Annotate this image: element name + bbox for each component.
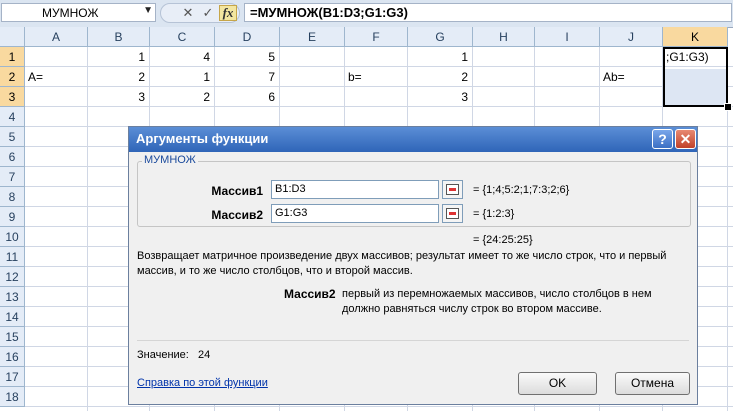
function-help-link[interactable]: Справка по этой функции bbox=[137, 377, 268, 389]
cell-c2[interactable]: 1 bbox=[150, 67, 214, 87]
cell-d3[interactable]: 6 bbox=[215, 87, 279, 107]
name-box[interactable]: МУМНОЖ ▼ bbox=[1, 3, 156, 22]
cell-b3[interactable]: 3 bbox=[88, 87, 149, 107]
formula-input[interactable]: =МУМНОЖ(B1:D3;G1:G3) bbox=[244, 3, 732, 22]
formula-buttons: ✕ ✓ fx bbox=[160, 3, 240, 23]
row-header-12[interactable]: 12 bbox=[0, 267, 25, 287]
function-arguments-dialog: Аргументы функции ? ✕ МУМНОЖ Массив1 B1:… bbox=[128, 126, 698, 405]
cell-a2[interactable]: A= bbox=[28, 67, 90, 87]
cell-d2[interactable]: 7 bbox=[215, 67, 279, 87]
divider bbox=[137, 340, 689, 341]
column-header-g[interactable]: G bbox=[408, 27, 473, 47]
arg2-result: = {1:2:3} bbox=[473, 208, 515, 220]
function-name-label: МУМНОЖ bbox=[142, 154, 198, 166]
fill-handle[interactable] bbox=[724, 103, 732, 111]
row-header-3[interactable]: 3 bbox=[0, 87, 25, 107]
value-row: Значение: 24 bbox=[137, 349, 210, 361]
value-label: Значение: bbox=[137, 349, 189, 361]
row-header-6[interactable]: 6 bbox=[0, 147, 25, 167]
column-header-i[interactable]: I bbox=[535, 27, 600, 47]
help-icon[interactable]: ? bbox=[652, 129, 673, 149]
column-header-h[interactable]: H bbox=[473, 27, 535, 47]
row-header-9[interactable]: 9 bbox=[0, 207, 25, 227]
column-header-b[interactable]: B bbox=[88, 27, 150, 47]
cancel-entry-icon[interactable]: ✕ bbox=[179, 5, 197, 21]
cell-b2[interactable]: 2 bbox=[88, 67, 149, 87]
row-header-1[interactable]: 1 bbox=[0, 47, 25, 67]
column-header-d[interactable]: D bbox=[215, 27, 280, 47]
formula-bar: МУМНОЖ ▼ ✕ ✓ fx =МУМНОЖ(B1:D3;G1:G3) bbox=[0, 0, 733, 28]
cell-b1[interactable]: 1 bbox=[88, 47, 149, 67]
enter-check-icon[interactable]: ✓ bbox=[199, 5, 217, 21]
arg1-result: = {1;4;5:2;1;7:3;2;6} bbox=[473, 184, 570, 196]
column-header-f[interactable]: F bbox=[345, 27, 408, 47]
insert-function-icon[interactable]: fx bbox=[219, 5, 237, 21]
arg2-collapse-button[interactable] bbox=[442, 204, 463, 223]
cell-g3[interactable]: 3 bbox=[408, 87, 472, 107]
row-header-2[interactable]: 2 bbox=[0, 67, 25, 87]
row-header-16[interactable]: 16 bbox=[0, 347, 25, 367]
selected-range bbox=[663, 47, 728, 107]
arg1-label: Массив1 bbox=[211, 184, 263, 198]
arg1-collapse-button[interactable] bbox=[442, 180, 463, 199]
close-icon[interactable]: ✕ bbox=[675, 129, 696, 149]
arg2-input[interactable]: G1:G3 bbox=[271, 204, 439, 223]
cell-j2[interactable]: Ab= bbox=[603, 67, 665, 87]
row-header-5[interactable]: 5 bbox=[0, 127, 25, 147]
function-result: = {24:25:25} bbox=[473, 234, 533, 246]
dialog-titlebar[interactable]: Аргументы функции ? ✕ bbox=[129, 127, 697, 152]
arg-help-text: первый из перемножаемых массивов, число … bbox=[342, 288, 652, 315]
column-header-e[interactable]: E bbox=[280, 27, 345, 47]
row-header-11[interactable]: 11 bbox=[0, 247, 25, 267]
arg2-label: Массив2 bbox=[211, 208, 263, 222]
dialog-title: Аргументы функции bbox=[136, 131, 269, 146]
arg1-input[interactable]: B1:D3 bbox=[271, 180, 439, 199]
column-header-j[interactable]: J bbox=[600, 27, 663, 47]
column-header-k[interactable]: K bbox=[663, 27, 728, 47]
row-header-18[interactable]: 18 bbox=[0, 387, 25, 407]
column-header-a[interactable]: A bbox=[25, 27, 88, 47]
cell-d1[interactable]: 5 bbox=[215, 47, 279, 67]
arg-help-name: Массив2 bbox=[284, 287, 336, 301]
value-number: 24 bbox=[198, 349, 211, 361]
chevron-down-icon[interactable]: ▼ bbox=[143, 5, 153, 16]
row-header-4[interactable]: 4 bbox=[0, 107, 25, 127]
cell-g2[interactable]: 2 bbox=[408, 67, 472, 87]
row-header-17[interactable]: 17 bbox=[0, 367, 25, 387]
row-header-10[interactable]: 10 bbox=[0, 227, 25, 247]
row-header-8[interactable]: 8 bbox=[0, 187, 25, 207]
range-select-icon bbox=[446, 184, 459, 195]
cancel-button[interactable]: Отмена bbox=[615, 372, 690, 395]
row-header-14[interactable]: 14 bbox=[0, 307, 25, 327]
function-description: Возвращает матричное произведение двух м… bbox=[137, 250, 667, 277]
range-select-icon bbox=[446, 208, 459, 219]
formula-text: =МУМНОЖ(B1:D3;G1:G3) bbox=[250, 5, 408, 20]
row-header-7[interactable]: 7 bbox=[0, 167, 25, 187]
cell-c3[interactable]: 2 bbox=[150, 87, 214, 107]
cell-g1[interactable]: 1 bbox=[408, 47, 472, 67]
gridline bbox=[25, 406, 733, 407]
ok-button[interactable]: OK bbox=[518, 372, 597, 395]
name-box-value: МУМНОЖ bbox=[42, 6, 99, 20]
select-all-corner[interactable] bbox=[0, 27, 25, 47]
row-header-13[interactable]: 13 bbox=[0, 287, 25, 307]
cell-f2[interactable]: b= bbox=[348, 67, 410, 87]
cell-c1[interactable]: 4 bbox=[150, 47, 214, 67]
row-header-15[interactable]: 15 bbox=[0, 327, 25, 347]
column-header-c[interactable]: C bbox=[150, 27, 215, 47]
